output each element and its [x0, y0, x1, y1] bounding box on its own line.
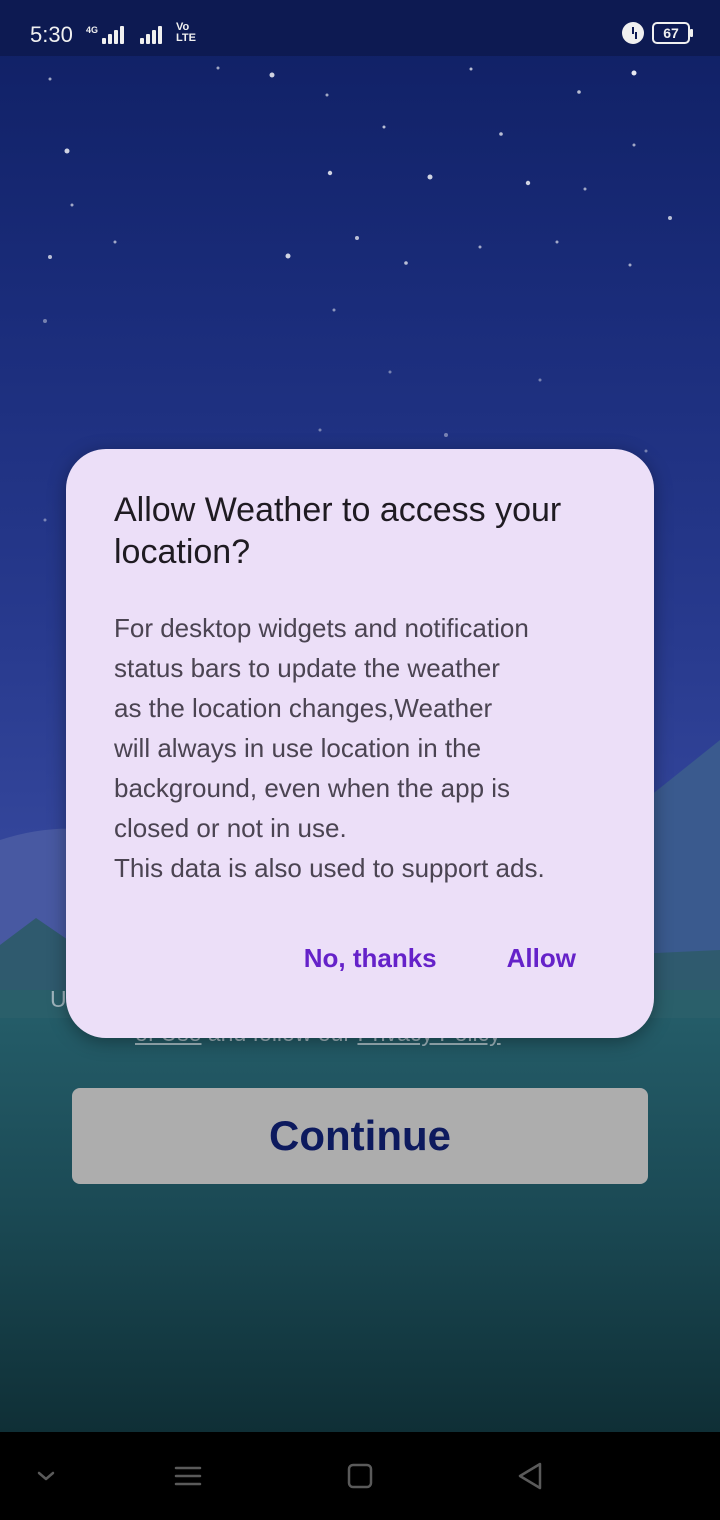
- volte-icon: Vo LTE: [176, 21, 196, 44]
- dialog-message-line: background, even when the app is: [114, 773, 511, 803]
- dialog-message: For desktop widgets and notification sta…: [114, 608, 614, 888]
- screen: 5:30 4G Vo LTE 67 U Continue Allow Weath…: [0, 0, 720, 1520]
- dialog-message-line: status bars to update the weather: [114, 653, 500, 683]
- status-network-icons: 4G Vo LTE: [86, 22, 196, 44]
- continue-button[interactable]: Continue: [72, 1088, 648, 1184]
- signal-icon-sim1: 4G: [86, 25, 125, 44]
- back-triangle-icon[interactable]: [514, 1460, 546, 1492]
- alarm-icon: [622, 22, 644, 44]
- status-bar: 5:30 4G Vo LTE 67: [0, 0, 720, 56]
- system-navigation-bar: [0, 1432, 720, 1520]
- dialog-message-line: This data is also used to support ads.: [114, 853, 545, 883]
- status-time: 5:30: [30, 22, 73, 47]
- network-type-label: 4G: [86, 25, 99, 35]
- battery-level: 67: [663, 25, 679, 41]
- dialog-message-line: closed or not in use.: [114, 813, 347, 843]
- allow-button[interactable]: Allow: [507, 943, 576, 974]
- chevron-down-icon[interactable]: [30, 1460, 62, 1492]
- dialog-message-line: will always in use location in the: [114, 733, 482, 763]
- dialog-message-line: as the location changes,Weather: [114, 693, 493, 723]
- no-thanks-button[interactable]: No, thanks: [304, 943, 437, 974]
- status-right-icons: 67: [622, 22, 693, 44]
- signal-icon-sim2: [140, 26, 163, 44]
- location-permission-dialog: Allow Weather to access your location? F…: [66, 449, 654, 1038]
- battery-icon: 67: [652, 22, 693, 44]
- dialog-actions: No, thanks Allow: [304, 943, 576, 974]
- home-square-icon[interactable]: [344, 1460, 376, 1492]
- menu-icon[interactable]: [172, 1460, 204, 1492]
- lower-background: [0, 1018, 720, 1432]
- dialog-message-line: For desktop widgets and notification: [114, 613, 529, 643]
- dialog-title: Allow Weather to access your location?: [114, 491, 562, 571]
